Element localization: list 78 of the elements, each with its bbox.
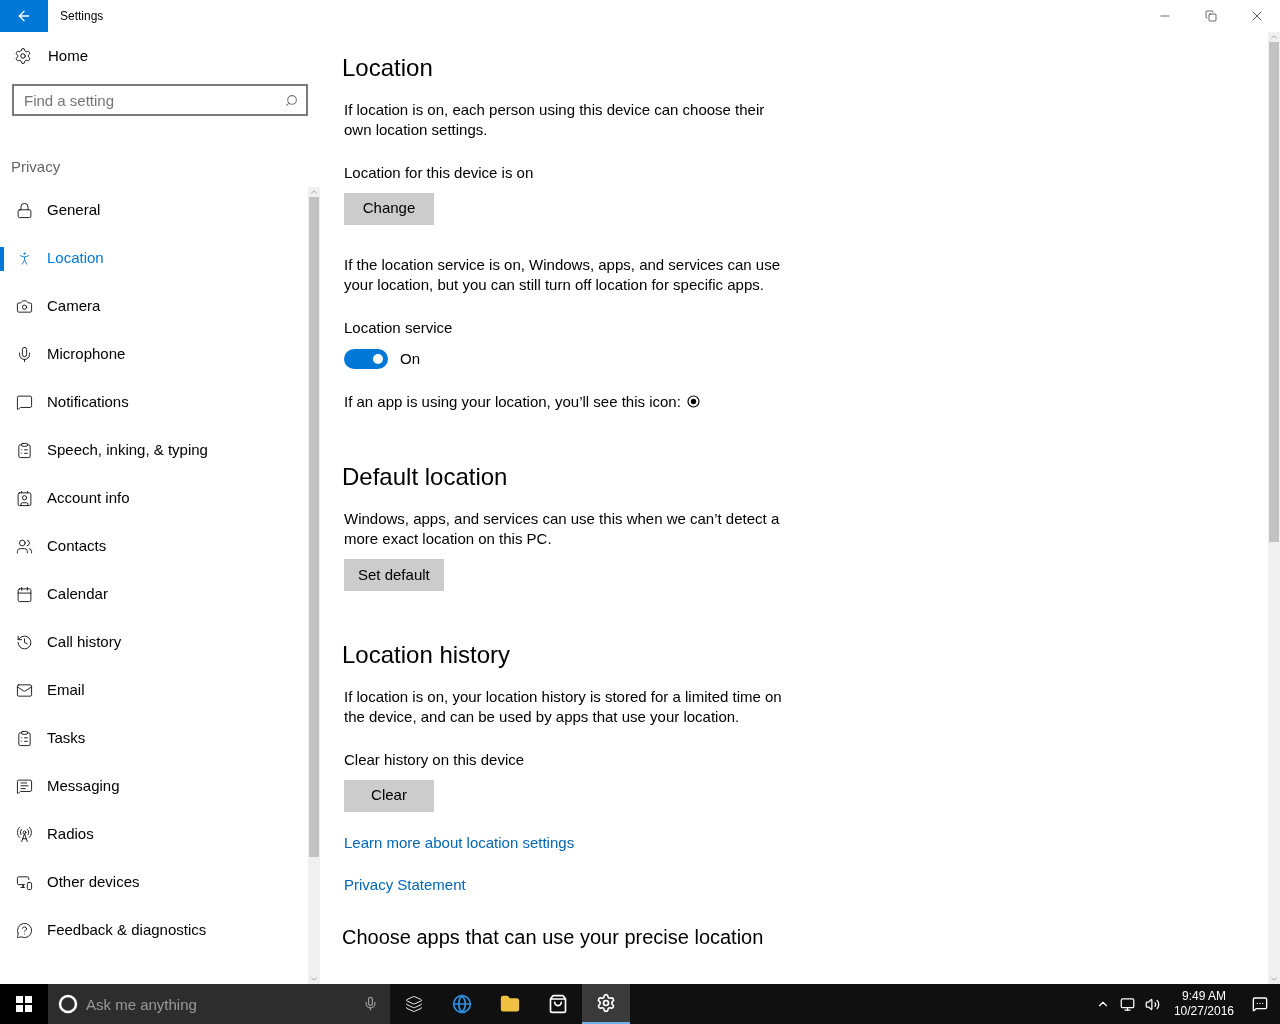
- sidebar-item[interactable]: Other devices: [47, 871, 140, 894]
- microphone-icon: [16, 346, 33, 363]
- volume-icon[interactable]: [1144, 996, 1160, 1012]
- clipboard-icon: [16, 442, 33, 459]
- mail-icon: [16, 682, 33, 699]
- description: If location is on, each person using this device can choose their own location settings.: [344, 100, 766, 140]
- toggle-label: On: [400, 349, 420, 369]
- window-title: Settings: [60, 8, 104, 25]
- section-title: Choose apps that can use your precise location: [342, 924, 765, 949]
- sidebar-item[interactable]: Feedback & diagnostics: [47, 919, 207, 942]
- description: If location is on, your location history is stored for a limited time on the device, and can be used by apps that use your location.: [344, 687, 783, 727]
- sidebar-item[interactable]: Location: [47, 247, 104, 270]
- radio-tower-icon: [16, 826, 33, 843]
- people-icon: [16, 538, 33, 555]
- notifications-icon[interactable]: [1252, 996, 1268, 1012]
- date-text: 10/27/2016: [1173, 1004, 1234, 1019]
- sidebar-item[interactable]: General: [47, 199, 101, 222]
- location-dot-icon: [686, 395, 700, 409]
- circle-icon: [58, 994, 78, 1014]
- home-link[interactable]: Home: [48, 44, 88, 68]
- chat-icon: [16, 778, 33, 795]
- devices-icon: [16, 874, 33, 891]
- restore-icon: [1205, 10, 1217, 22]
- person-list-icon: [16, 490, 33, 507]
- link[interactable]: Privacy Statement: [344, 874, 466, 897]
- gear-icon: [596, 993, 616, 1013]
- taskbar-search-field[interactable]: Ask me anything: [48, 984, 390, 1024]
- action-button[interactable]: Set default: [344, 559, 444, 591]
- sidebar-item[interactable]: Calendar: [47, 583, 108, 606]
- start-button[interactable]: [0, 984, 48, 1024]
- sidebar-item[interactable]: Camera: [47, 295, 101, 318]
- description: If an app is using your location, you’ll see this icon:: [344, 391, 681, 412]
- sidebar-item[interactable]: Tasks: [47, 727, 86, 750]
- selection-indicator: [0, 246, 4, 271]
- calendar-icon: [16, 586, 33, 603]
- status-text: Location for this device is on: [344, 163, 535, 183]
- section-title: Location history: [342, 640, 512, 670]
- network-icon[interactable]: [1119, 996, 1135, 1012]
- lock-icon: [16, 202, 33, 219]
- sidebar-item[interactable]: Email: [47, 679, 85, 702]
- section-heading: Privacy: [11, 157, 62, 177]
- search-icon: [285, 94, 298, 107]
- history-icon: [16, 634, 33, 651]
- setting-label: Location service: [344, 317, 454, 338]
- speech-bubble-icon: [16, 394, 33, 411]
- shopping-bag-icon: [548, 994, 568, 1014]
- feedback-icon: [16, 922, 33, 939]
- settings-taskbar-button[interactable]: [582, 984, 630, 1024]
- sidebar-item[interactable]: Contacts: [47, 535, 107, 558]
- windows-logo-icon: [16, 996, 32, 1012]
- back-arrow-icon: [16, 8, 32, 24]
- toggle-switch[interactable]: [344, 349, 388, 370]
- sidebar-item[interactable]: Call history: [47, 631, 122, 654]
- clock[interactable]: 9:49 AM 10/27/2016: [1167, 989, 1240, 1019]
- description: If the location service is on, Windows, apps, and services can use your location, but you can still turn off location for specific apps.: [344, 254, 782, 295]
- settings-icon: [14, 47, 32, 65]
- sidebar-item[interactable]: Notifications: [47, 391, 129, 414]
- link[interactable]: Learn more about location settings: [344, 831, 575, 854]
- sidebar-item[interactable]: Messaging: [47, 775, 120, 798]
- sidebar-item[interactable]: Account info: [47, 487, 130, 510]
- action-button[interactable]: Change: [344, 192, 434, 225]
- clipboard-icon: [16, 730, 33, 747]
- time-text: 9:49 AM: [1181, 989, 1226, 1004]
- sidebar-item[interactable]: Radios: [47, 823, 94, 846]
- page-title: Location: [342, 53, 434, 83]
- sidebar-item[interactable]: Speech, inking, & typing: [47, 439, 208, 462]
- action-button[interactable]: Clear: [344, 779, 434, 812]
- description: Windows, apps, and services can use this when we can’t detect a more exact location on this PC.: [344, 509, 781, 549]
- setting-label: Clear history on this device: [344, 750, 526, 770]
- camera-icon: [16, 298, 33, 315]
- search-field[interactable]: Find a setting: [12, 84, 308, 116]
- sidebar-item[interactable]: Microphone: [47, 343, 126, 366]
- back-button[interactable]: [0, 0, 48, 32]
- globe-icon: [452, 994, 472, 1014]
- microphone-icon[interactable]: [363, 996, 378, 1011]
- section-title: Default location: [342, 462, 509, 492]
- task-view-icon: [405, 995, 423, 1013]
- folder-icon: [500, 994, 520, 1014]
